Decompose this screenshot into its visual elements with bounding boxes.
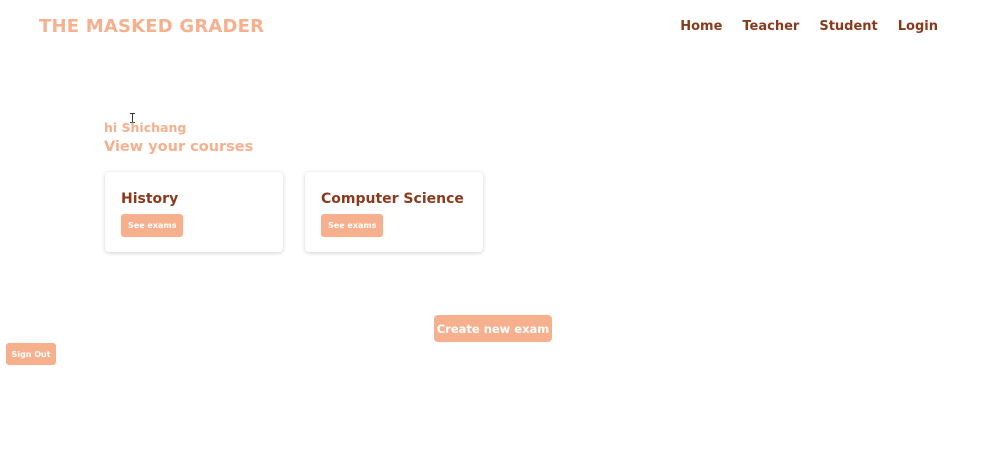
see-exams-button[interactable]: See exams: [121, 214, 184, 237]
top-nav: Home Teacher Student Login: [660, 19, 938, 34]
course-title: History: [121, 191, 179, 207]
course-card-history: History See exams: [105, 172, 283, 252]
create-new-exam-button[interactable]: Create new exam: [434, 315, 552, 342]
nav-student-link[interactable]: Student: [819, 19, 877, 34]
page: THE MASKED GRADER Home Teacher Student L…: [0, 0, 985, 455]
course-title: Computer Science: [321, 191, 464, 207]
nav-login-link[interactable]: Login: [898, 19, 938, 34]
course-card-computer-science: Computer Science See exams: [305, 172, 483, 252]
brand-logo-text[interactable]: THE MASKED GRADER: [39, 16, 264, 37]
sign-out-button[interactable]: Sign Out: [6, 343, 56, 365]
see-exams-button[interactable]: See exams: [321, 214, 384, 237]
nav-teacher-link[interactable]: Teacher: [742, 19, 799, 34]
greeting-text: hi Shichang: [104, 120, 187, 135]
nav-home-link[interactable]: Home: [680, 19, 722, 34]
courses-heading: View your courses: [104, 139, 254, 155]
